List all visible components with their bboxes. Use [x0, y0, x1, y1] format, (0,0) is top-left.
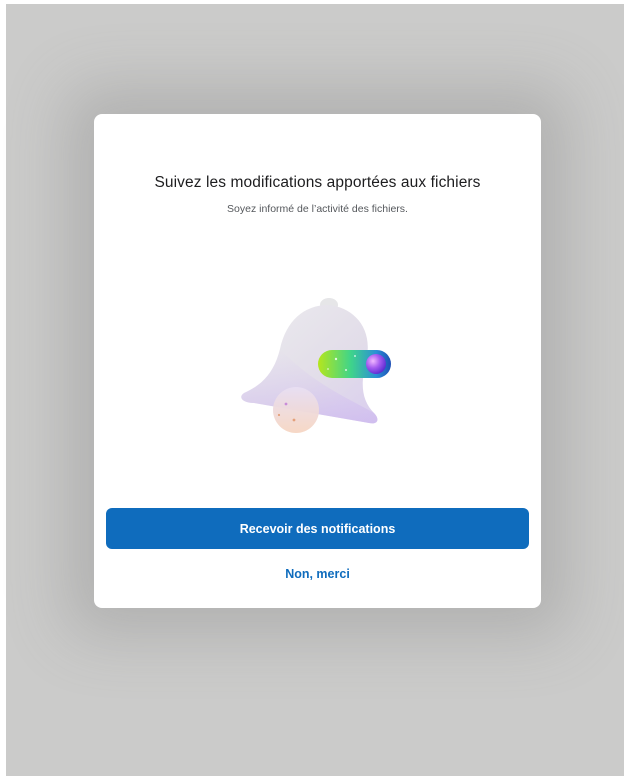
- dialog-title: Suivez les modifications apportées aux f…: [154, 174, 481, 191]
- dialog-subtitle: Soyez informé de l’activité des fichiers…: [227, 203, 408, 215]
- toggle-sparkle: [345, 369, 347, 371]
- clapper-dot: [292, 418, 296, 422]
- bell-with-toggle-icon: [241, 298, 391, 433]
- notification-dialog: Suivez les modifications apportées aux f…: [94, 114, 541, 608]
- toggle-sparkle: [327, 368, 329, 370]
- toggle-sparkle: [334, 357, 338, 361]
- toggle-sparkle: [354, 355, 356, 357]
- no-thanks-link[interactable]: Non, merci: [94, 567, 541, 581]
- bell-clapper: [273, 387, 319, 433]
- clapper-dot: [284, 402, 288, 406]
- receive-notifications-button[interactable]: Recevoir des notifications: [106, 508, 529, 549]
- clapper-dot: [277, 413, 281, 417]
- screen: Suivez les modifications apportées aux f…: [0, 0, 624, 776]
- toggle-knob: [366, 354, 386, 374]
